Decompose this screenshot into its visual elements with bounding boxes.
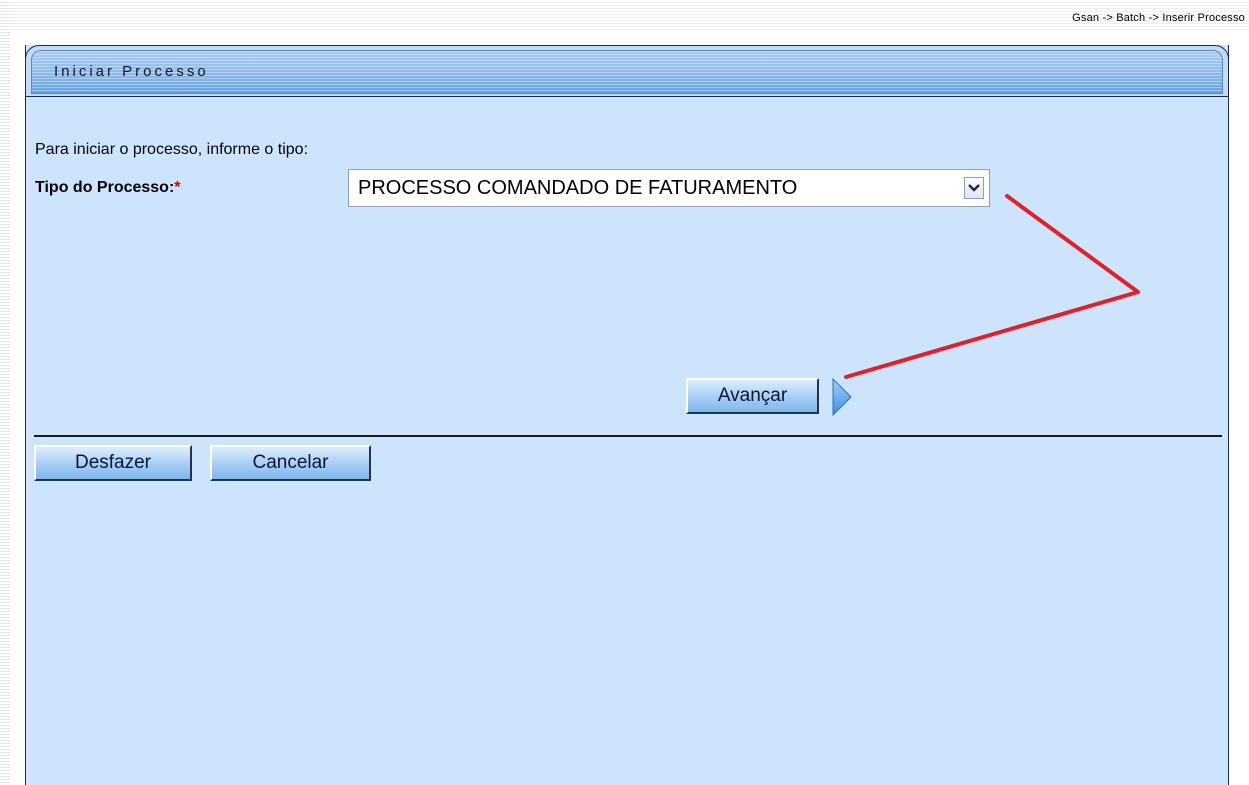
- tipo-processo-label-text: Tipo do Processo:: [35, 179, 175, 196]
- chevron-down-icon[interactable]: [964, 177, 984, 199]
- divider: [34, 435, 1222, 437]
- panel-header: Iniciar Processo: [25, 45, 1229, 97]
- cancelar-button[interactable]: Cancelar: [210, 445, 371, 481]
- required-mark: *: [174, 179, 181, 196]
- avancar-button[interactable]: Avançar: [686, 378, 819, 414]
- main-panel: Iniciar Processo Para iniciar o processo…: [25, 45, 1229, 785]
- page-title: Iniciar Processo: [54, 63, 209, 80]
- panel-header-inner: [31, 50, 1223, 94]
- page-background-stripes: [0, 0, 1249, 30]
- tipo-processo-selected-value: PROCESSO COMANDADO DE FATURAMENTO: [358, 177, 798, 199]
- left-border-stripes: [0, 0, 10, 783]
- tipo-processo-label: Tipo do Processo:*: [35, 179, 181, 197]
- arrow-right-icon[interactable]: [831, 377, 853, 417]
- breadcrumb: Gsan -> Batch -> Inserir Processo: [1072, 12, 1245, 24]
- tipo-processo-select[interactable]: PROCESSO COMANDADO DE FATURAMENTO: [348, 169, 990, 207]
- desfazer-button[interactable]: Desfazer: [34, 445, 192, 481]
- intro-text: Para iniciar o processo, informe o tipo:: [35, 141, 309, 158]
